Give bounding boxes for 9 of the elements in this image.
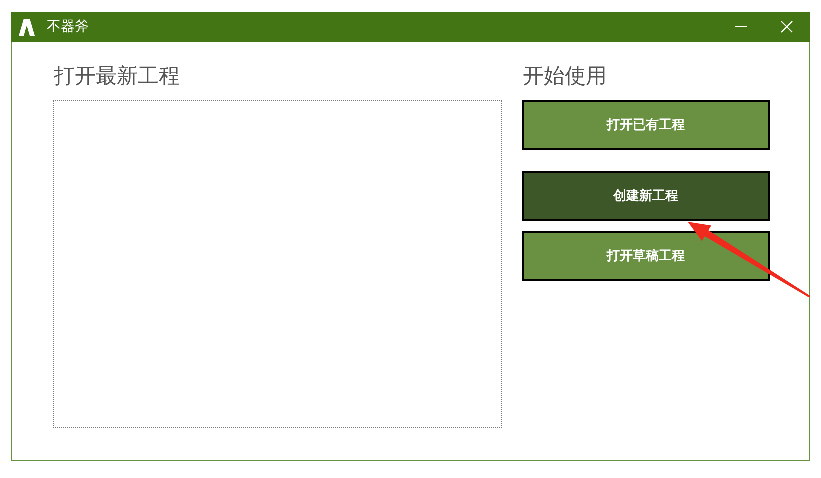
- action-button[interactable]: 打开已有工程: [522, 100, 770, 150]
- action-button[interactable]: 创建新工程: [522, 171, 770, 221]
- action-button[interactable]: 打开草稿工程: [522, 231, 770, 281]
- close-icon: [781, 21, 793, 33]
- section-heading: 打开最新工程: [53, 63, 181, 90]
- minimize-icon: [735, 26, 747, 28]
- section-heading: 开始使用: [522, 63, 608, 90]
- window-title: 不器斧: [47, 18, 89, 36]
- logo-icon: [17, 17, 37, 37]
